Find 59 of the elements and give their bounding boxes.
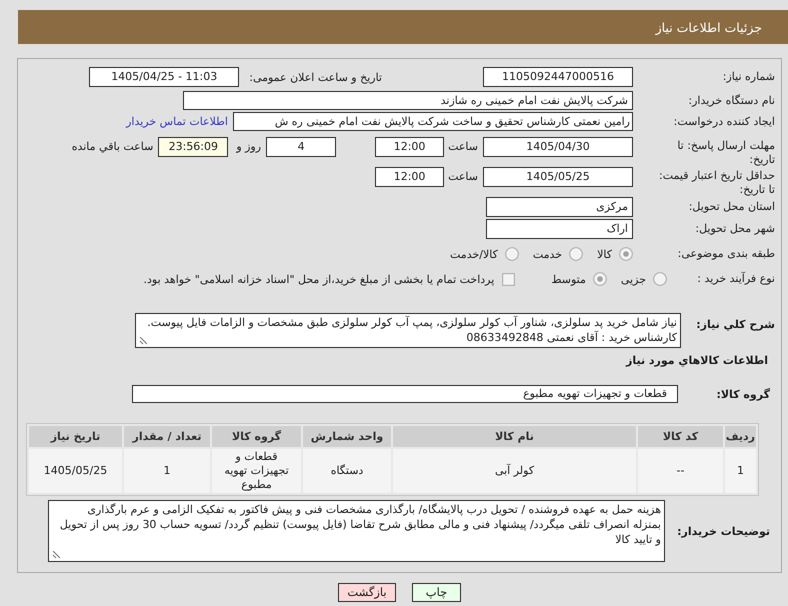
radio-option[interactable]: جزیی xyxy=(620,272,667,286)
field-label: شرح کلي نیاز: xyxy=(695,317,775,331)
field-label: تاریخ و ساعت اعلان عمومی: xyxy=(249,70,382,84)
goods-group-field[interactable]: قطعات و تجهیزات تهویه مطبوع xyxy=(132,385,678,403)
buyer-notes-field[interactable]: هزینه حمل به عهده فروشنده / تحویل درب پالایشگاه/ بارگذاری مشخصات فنی و پیش فاکتور به تفکیک الزامی و عرم بارگذاری بمنزله انصراف تلقی میگردد/ پیشنهاد فنی و مالی مطابق شرح تقاضا (فایل پیوست) تنظیم گردد/ تسویه حساب 30 روز پس از تحویل و تایید کالا xyxy=(48,500,665,562)
table-cell: کولر آبی xyxy=(393,449,636,493)
table-cell: دستگاه xyxy=(303,449,391,493)
date-field[interactable]: 1405/05/25 xyxy=(483,167,633,187)
remaining-time-field[interactable]: 23:56:09 xyxy=(158,137,228,157)
days-field[interactable]: 4 xyxy=(266,137,336,157)
column-header: واحد شمارش xyxy=(303,426,391,447)
field-label: مهلت ارسال پاسخ: تا تاریخ: xyxy=(676,138,775,167)
field-label: شهر محل تحویل: xyxy=(694,222,775,236)
table-cell: 1 xyxy=(124,449,210,493)
need-number-field[interactable]: 1105092447000516 xyxy=(483,67,633,87)
field-label: شماره نیاز: xyxy=(722,70,775,84)
page-title: جزئیات اطلاعات نیاز xyxy=(656,20,762,34)
field-label: توضیحات خریدار: xyxy=(676,524,770,538)
radio-option[interactable]: کالا xyxy=(597,247,633,261)
print-button[interactable]: چاپ xyxy=(412,583,461,602)
field-label: نام دستگاه خریدار: xyxy=(687,94,775,108)
description-field[interactable]: نیاز شامل خرید پد سلولزی، شناور آب کولر سلولزی، پمپ آب کولر سلولزی طبق مشخصات و الزامات فایل پیوست. کارشناس خرید : آقای نعمتی 08633492848 xyxy=(135,313,681,348)
radio-option[interactable]: کالا/خدمت xyxy=(450,247,519,261)
date-field[interactable]: 1405/04/30 xyxy=(483,137,633,157)
days-label: روز و xyxy=(236,139,262,155)
time-field[interactable]: 12:00 xyxy=(375,137,444,157)
field-label: استان محل تحویل: xyxy=(688,200,775,214)
radio-option[interactable]: خدمت xyxy=(532,247,584,261)
field-label: گروه کالا: xyxy=(715,388,770,400)
checkbox-option[interactable]: پرداخت تمام یا بخشی از مبلغ خرید،از محل "اسناد خزانه اسلامی" خواهد بود. xyxy=(144,272,516,286)
resize-grip-icon[interactable] xyxy=(139,337,147,345)
announce-date-field[interactable]: 1405/04/25 - 11:03 xyxy=(89,67,240,87)
city-field[interactable]: اراک xyxy=(486,219,633,239)
column-header: تاریخ نیاز xyxy=(29,426,122,447)
field-label: طبقه بندی موضوعی: xyxy=(676,247,775,261)
field-label: نوع فرآیند خرید : xyxy=(696,272,775,286)
requester-field[interactable]: رامین نعمتی کارشناس تحقیق و ساخت شرکت پالایش نفت امام خمینی ره ش xyxy=(233,112,633,131)
column-header: گروه کالا xyxy=(212,426,301,447)
back-button[interactable]: بازگشت xyxy=(338,583,396,602)
time-label: ساعت xyxy=(448,139,478,155)
province-field[interactable]: مرکزی xyxy=(486,197,633,217)
table-cell: 1 xyxy=(725,449,756,493)
column-header: تعداد / مقدار xyxy=(124,426,210,447)
resize-grip-icon[interactable] xyxy=(52,551,60,559)
section-heading: اطلاعات کالاهاي مورد نیاز xyxy=(626,354,768,368)
field-label: ایجاد کننده درخواست: xyxy=(672,114,775,128)
field-label: حداقل تاریخ اعتبار قیمت: تا تاریخ: xyxy=(658,168,775,197)
buyer-name-field[interactable]: شرکت پالایش نفت امام خمینی ره شازند xyxy=(183,91,633,110)
table-cell: 1405/05/25 xyxy=(29,449,122,493)
table-cell: -- xyxy=(638,449,723,493)
buyer-contact-link[interactable]: اطلاعات تماس خریدار xyxy=(126,115,228,128)
remaining-label: ساعت باقي مانده xyxy=(72,139,154,155)
column-header: ردیف xyxy=(725,426,756,447)
time-field[interactable]: 12:00 xyxy=(375,167,444,187)
time-label: ساعت xyxy=(448,169,478,185)
column-header: نام کالا xyxy=(393,426,636,447)
table-cell: قطعات و تجهیزات تهویه مطبوع xyxy=(212,449,301,493)
radio-option[interactable]: متوسط xyxy=(551,272,607,286)
column-header: کد کالا xyxy=(638,426,723,447)
